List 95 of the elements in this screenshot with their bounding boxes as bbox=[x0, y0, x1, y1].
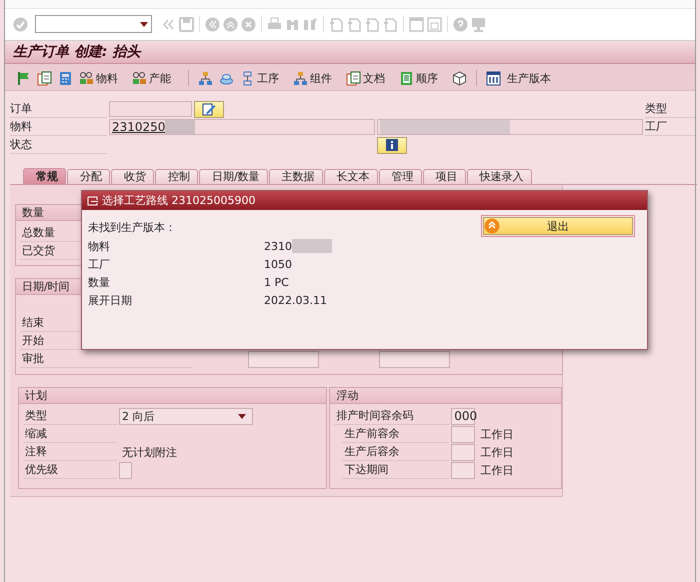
field-value: 2 向后 bbox=[122, 408, 154, 424]
field-label: 缩减 bbox=[23, 425, 117, 443]
table-icon[interactable] bbox=[486, 70, 501, 86]
print-icon[interactable] bbox=[267, 16, 282, 32]
dropdown-arrow-icon bbox=[238, 414, 246, 418]
page-icon[interactable] bbox=[365, 16, 380, 32]
dialog-title: 选择工艺路线 231025005900 bbox=[102, 193, 256, 208]
priority-field[interactable] bbox=[119, 462, 132, 478]
field-label: 类型 bbox=[23, 407, 117, 425]
tab[interactable]: 分配 bbox=[67, 169, 110, 184]
type-dropdown[interactable]: 2 向后 bbox=[119, 408, 253, 424]
command-field[interactable] bbox=[35, 15, 152, 33]
edit-button[interactable] bbox=[194, 100, 224, 118]
dialog-value: 1050 bbox=[264, 258, 292, 270]
tab[interactable]: 快速录入 bbox=[466, 169, 532, 184]
material-description-field[interactable] bbox=[377, 119, 643, 135]
info-icon bbox=[386, 139, 398, 151]
field-label: 类型 bbox=[645, 100, 695, 118]
field-value: 2310250 bbox=[112, 120, 166, 134]
calculator-icon[interactable] bbox=[58, 70, 73, 86]
list-icon bbox=[399, 70, 414, 86]
up-icon[interactable] bbox=[223, 16, 238, 32]
hierarchy-icon bbox=[293, 70, 308, 86]
tab[interactable]: 管理 bbox=[378, 169, 422, 184]
toolbar-button[interactable]: 工序 bbox=[240, 70, 279, 86]
field-label: 排产时间容余码 bbox=[334, 407, 450, 425]
people-icon bbox=[79, 70, 94, 86]
save-icon[interactable] bbox=[179, 16, 194, 32]
tab[interactable]: 日期/数量 bbox=[199, 169, 268, 184]
document-icon[interactable] bbox=[37, 70, 52, 86]
tab[interactable]: 主数据 bbox=[268, 169, 323, 184]
toolbar-button[interactable]: 文档 bbox=[346, 70, 385, 86]
toolbar-button[interactable]: 生产版本 bbox=[507, 70, 551, 86]
float-days-field[interactable] bbox=[451, 444, 476, 460]
exit-icon bbox=[484, 218, 500, 234]
group-title: 计划 bbox=[19, 388, 326, 404]
help-icon[interactable] bbox=[453, 16, 468, 32]
redaction-blur bbox=[292, 239, 332, 253]
float-code-field[interactable]: 000 bbox=[451, 408, 476, 424]
dialog-value: 2022.03.11 bbox=[264, 294, 327, 306]
material-field[interactable]: 2310250 bbox=[109, 119, 375, 135]
dialog-label: 展开日期 bbox=[88, 292, 133, 308]
cancel-icon[interactable] bbox=[241, 16, 256, 32]
dialog-value: 2310 bbox=[264, 240, 292, 252]
window-title: 生产订单 创建: 抬头 bbox=[13, 43, 140, 61]
field-label: 状态 bbox=[10, 136, 107, 154]
unit-label: 工作日 bbox=[479, 426, 514, 442]
window-icon[interactable] bbox=[427, 16, 442, 32]
pencil-icon bbox=[202, 102, 216, 116]
tab[interactable]: 控制 bbox=[155, 169, 198, 184]
find-next-icon[interactable] bbox=[303, 16, 318, 32]
back-icon[interactable] bbox=[205, 16, 220, 32]
cube-icon[interactable] bbox=[452, 70, 467, 86]
exit-button[interactable]: 退出 bbox=[483, 217, 633, 235]
field-value: 000 bbox=[454, 409, 478, 423]
hierarchy-icon[interactable] bbox=[198, 70, 213, 86]
tab[interactable]: 项目 bbox=[422, 169, 466, 184]
time-field[interactable] bbox=[379, 350, 450, 368]
field-label: 生产前容余 bbox=[342, 425, 450, 443]
dialog-icon bbox=[87, 196, 98, 206]
field-label: 工厂 bbox=[645, 118, 695, 136]
toolbar-button[interactable]: 物料 bbox=[79, 70, 118, 86]
toolbar-button[interactable]: 组件 bbox=[293, 70, 332, 86]
unit-label: 工作日 bbox=[479, 444, 514, 460]
document-icon bbox=[346, 70, 361, 86]
toolbar-button[interactable]: 产能 bbox=[132, 70, 171, 86]
field-label: 生产后容余 bbox=[342, 443, 450, 461]
order-field[interactable] bbox=[109, 101, 192, 117]
dropdown-arrow-icon bbox=[140, 22, 148, 26]
info-button[interactable] bbox=[377, 136, 407, 154]
field-label: 下达期间 bbox=[342, 461, 450, 479]
people-icon bbox=[132, 70, 147, 86]
page-icon[interactable] bbox=[383, 16, 398, 32]
tab[interactable]: 常规 bbox=[23, 168, 66, 184]
group-title: 浮动 bbox=[330, 388, 561, 404]
toolbar-button[interactable]: 顺序 bbox=[399, 70, 438, 86]
tab[interactable]: 长文本 bbox=[324, 169, 378, 184]
check-icon[interactable] bbox=[13, 16, 28, 32]
redaction-blur bbox=[165, 120, 196, 134]
unit-label: 工作日 bbox=[479, 462, 514, 478]
field-label: 订单 bbox=[10, 100, 107, 118]
flag-icon[interactable] bbox=[16, 70, 31, 86]
float-days-field[interactable] bbox=[451, 426, 476, 442]
float-days-field[interactable] bbox=[451, 462, 476, 478]
tab[interactable]: 收货 bbox=[111, 169, 154, 184]
window-icon[interactable] bbox=[409, 16, 424, 32]
field-label: 优先级 bbox=[23, 461, 117, 479]
field-label: 注释 bbox=[23, 443, 117, 461]
monitor-icon[interactable] bbox=[471, 16, 486, 32]
page-icon[interactable] bbox=[347, 16, 362, 32]
field-label: 物料 bbox=[10, 118, 107, 136]
page-icon[interactable] bbox=[329, 16, 344, 32]
note-text: 无计划附注 bbox=[121, 444, 177, 460]
back-arrows-icon[interactable] bbox=[161, 16, 176, 32]
date-field[interactable] bbox=[248, 350, 319, 368]
